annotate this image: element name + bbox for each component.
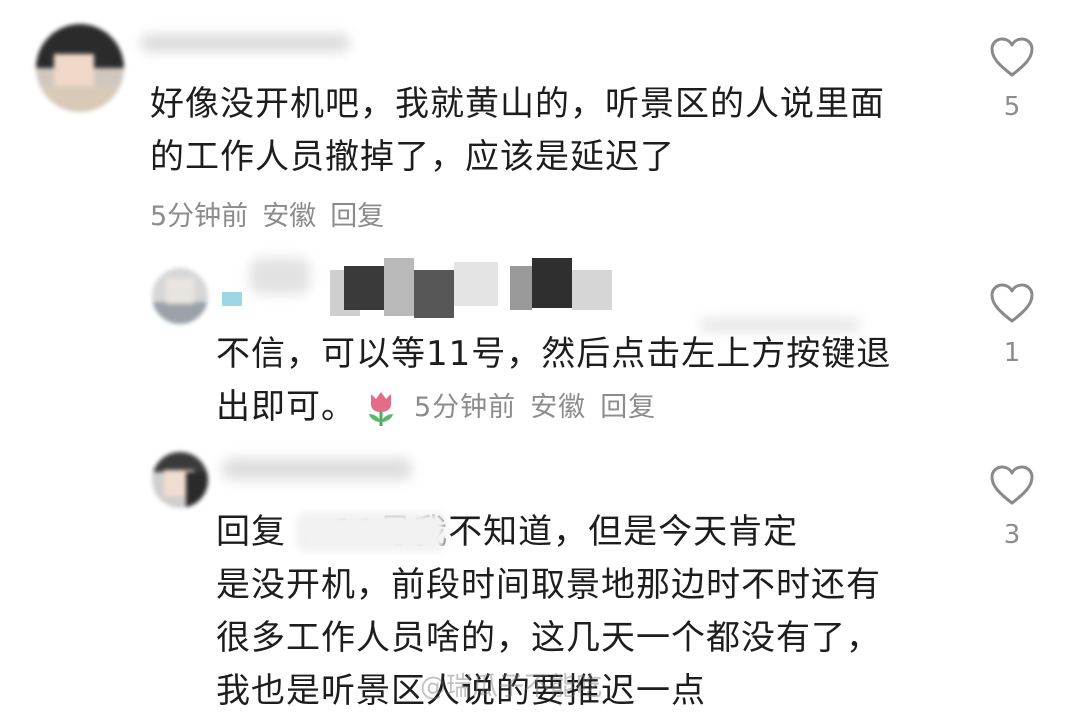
reply-text: 不信，可以等11号，然后点击左上方按键退 出即可。 5分钟前 安徽 回复 xyxy=(216,328,891,434)
avatar[interactable] xyxy=(36,24,124,112)
like-control: 1 xyxy=(982,282,1042,368)
reply-time: 5分钟前 xyxy=(414,392,517,423)
comment-location: 安徽 xyxy=(262,201,317,232)
like-control: 3 xyxy=(982,464,1042,550)
mention-obscured xyxy=(296,512,446,552)
heart-icon[interactable] xyxy=(989,464,1035,506)
username-obscured xyxy=(222,458,412,480)
comment-text: 好像没开机吧，我就黄山的，听景区的人说里面 的工作人员撤掉了，应该是延迟了 xyxy=(150,84,885,177)
reply-button[interactable]: 回复 xyxy=(600,392,656,423)
avatar[interactable] xyxy=(152,268,208,324)
like-count: 5 xyxy=(1003,92,1021,122)
watermark: @瑞瓜子不能吃 xyxy=(420,672,603,702)
tulip-emoji-icon xyxy=(369,391,393,426)
reply-location: 安徽 xyxy=(530,392,587,423)
reply-button[interactable]: 回复 xyxy=(330,201,384,232)
comment-time: 5分钟前 xyxy=(150,201,249,232)
heart-icon[interactable] xyxy=(989,282,1035,324)
avatar[interactable] xyxy=(152,452,208,508)
like-control: 5 xyxy=(982,36,1042,122)
like-count: 3 xyxy=(1003,520,1021,550)
username-obscured xyxy=(140,34,350,52)
comment-meta: 5分钟前 安徽 回复 xyxy=(150,194,398,233)
reply-meta: 5分钟前 安徽 回复 xyxy=(414,381,670,434)
heart-icon[interactable] xyxy=(989,36,1035,78)
like-count: 1 xyxy=(1003,338,1021,368)
